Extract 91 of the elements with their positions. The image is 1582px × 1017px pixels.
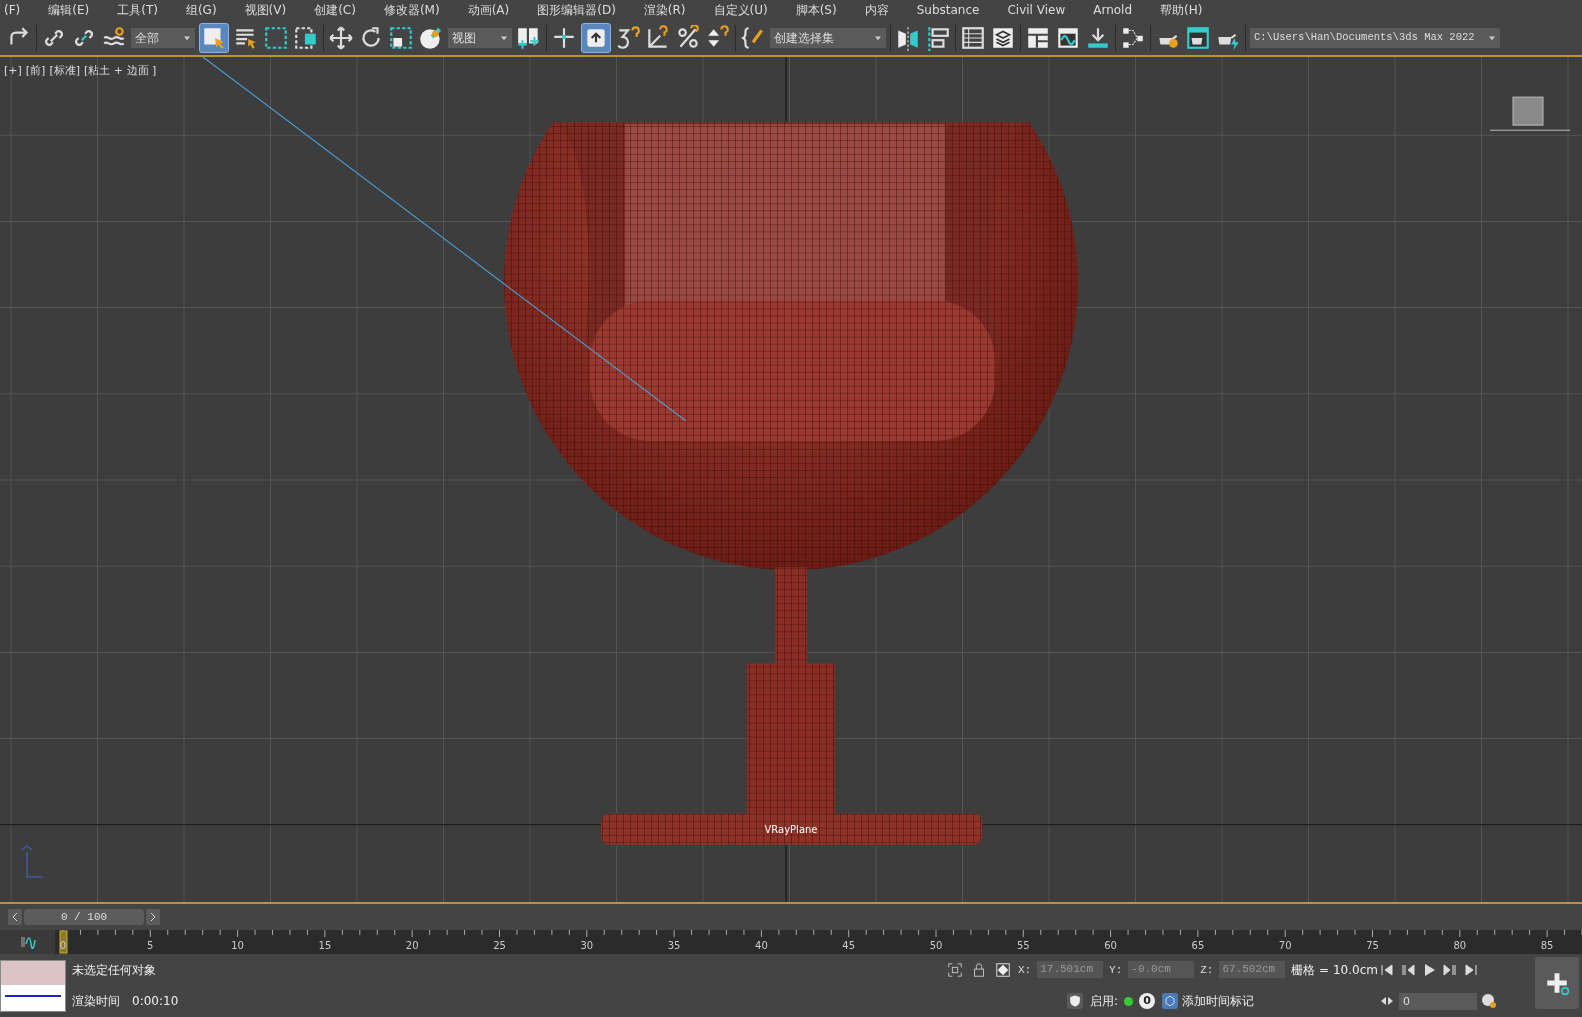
frame-number: 30 <box>580 940 594 951</box>
next-frame-icon[interactable] <box>1441 961 1459 978</box>
viewcube-icon[interactable] <box>1489 96 1571 131</box>
script-listener-preview[interactable] <box>0 960 66 1012</box>
grid-size-text: 栅格 = 10.0cm <box>1291 961 1378 979</box>
status-message: 未选定任何对象 <box>72 961 157 979</box>
move-icon[interactable] <box>328 24 354 51</box>
frame-number: 55 <box>1016 940 1030 951</box>
frame-number: 65 <box>1191 940 1205 951</box>
teapot-window-icon[interactable] <box>1185 24 1211 51</box>
menu-item[interactable]: 视图(V) <box>230 0 301 20</box>
frame-field[interactable]: 0 <box>1399 992 1477 1010</box>
time-configuration-icon[interactable] <box>1480 993 1498 1009</box>
frame-number: 85 <box>1540 940 1554 951</box>
frame-number: 10 <box>231 940 244 951</box>
enable-label: 启用: <box>1090 993 1119 1011</box>
frame-number: 15 <box>318 940 332 951</box>
status-dot <box>1124 996 1134 1006</box>
caret-icon <box>1488 34 1496 41</box>
caret-icon <box>183 34 191 41</box>
curve-editor-icon[interactable] <box>18 934 37 950</box>
go-to-start-icon[interactable] <box>1378 961 1396 978</box>
menu-item[interactable]: (F) <box>0 0 35 20</box>
frame-number: 35 <box>667 940 681 951</box>
menu-item[interactable]: 动画(A) <box>453 0 524 20</box>
frame-number: 40 <box>755 940 768 951</box>
transform-mode-icon[interactable] <box>994 961 1012 978</box>
menu-item[interactable]: 创建(C) <box>300 0 370 20</box>
render-time-label: 渲染时间 <box>72 993 120 1011</box>
coordinate-label: Y: <box>1109 962 1123 978</box>
set-key-button[interactable] <box>1535 957 1579 1009</box>
previous-frame-icon[interactable] <box>1399 961 1417 978</box>
frame-number: 80 <box>1453 940 1467 951</box>
coordinate-label: X: <box>1018 962 1032 978</box>
menu-item[interactable]: 脚本(S) <box>781 0 851 20</box>
viewport-label[interactable]: [标准] <box>49 63 80 80</box>
caret-icon <box>874 34 882 41</box>
menu-item[interactable]: 帮助(H) <box>1146 0 1217 20</box>
scale-icon[interactable] <box>388 24 414 51</box>
selection-filter-dropdown[interactable]: 全部 <box>131 27 195 48</box>
frame-number: 75 <box>1366 940 1379 951</box>
window-crossing-icon[interactable] <box>293 24 319 51</box>
named-selection-dropdown[interactable]: 创建选择集 <box>770 27 886 48</box>
menu-item[interactable]: 自定义(U) <box>699 0 782 20</box>
object-label: VRayPlane <box>764 823 818 835</box>
table-icon[interactable] <box>960 24 986 51</box>
caret-icon <box>500 34 508 41</box>
maximize-icon[interactable] <box>946 961 964 978</box>
mirror-icon[interactable] <box>895 24 921 51</box>
plus-key-icon <box>1544 970 1570 996</box>
align-icon[interactable] <box>925 24 951 51</box>
percent-icon[interactable] <box>675 24 701 51</box>
menu-item[interactable]: Arnold <box>1079 0 1147 20</box>
menu-item[interactable]: 图形编辑器(D) <box>523 0 630 20</box>
frame-number: 45 <box>842 940 856 951</box>
add-time-tag-button[interactable]: 添加时间标记 <box>1161 992 1255 1011</box>
menu-item[interactable]: 工具(T) <box>103 0 172 20</box>
reference-coordinate-dropdown[interactable]: 视图 <box>448 27 512 48</box>
keyboard-override-button[interactable] <box>581 22 611 53</box>
select-object-button[interactable] <box>199 22 229 53</box>
frame-number: 20 <box>405 940 419 951</box>
menu-item[interactable]: 编辑(E) <box>34 0 104 20</box>
menu-item[interactable]: Substance <box>902 0 994 20</box>
braces-pen-icon[interactable] <box>740 24 766 51</box>
menu-item[interactable]: Civil View <box>993 0 1080 20</box>
frame-number: 0 <box>59 940 67 951</box>
project-path-dropdown[interactable]: C:\Users\Han\Documents\3ds Max 2022 <box>1250 27 1500 48</box>
viewport-label[interactable]: [粘土 + 边面 ] <box>84 63 157 80</box>
menu-item[interactable]: 组(G) <box>171 0 231 20</box>
cube-icon <box>1161 993 1180 1010</box>
count-badge: 0 <box>1139 993 1156 1010</box>
frame-marker[interactable] <box>59 930 68 954</box>
render-time-value: 0:00:10 <box>132 993 179 1011</box>
angle-snap-icon[interactable] <box>645 24 671 51</box>
menu-item[interactable]: 内容 <box>850 0 903 20</box>
dashed-rectangle-icon[interactable] <box>263 24 289 51</box>
shield-icon[interactable] <box>1066 993 1084 1010</box>
viewport-label[interactable]: [+] <box>4 63 22 80</box>
frame-number: 60 <box>1104 940 1117 951</box>
go-to-end-icon[interactable] <box>1462 961 1480 978</box>
menu-item[interactable]: 修改器(M) <box>369 0 454 20</box>
menu-item[interactable]: 渲染(R) <box>629 0 700 20</box>
snap-toggle-icon[interactable] <box>615 24 641 51</box>
frame-number: 25 <box>493 940 506 951</box>
frame-counter[interactable]: 0 / 100 <box>24 909 144 925</box>
axis-gizmo-icon <box>21 845 44 878</box>
frame-number: 70 <box>1278 940 1292 951</box>
frame-number: 50 <box>929 940 943 951</box>
coordinate-label: Z: <box>1200 962 1214 978</box>
frame-number: 5 <box>147 940 154 951</box>
viewport-label[interactable]: [前] <box>25 63 46 80</box>
